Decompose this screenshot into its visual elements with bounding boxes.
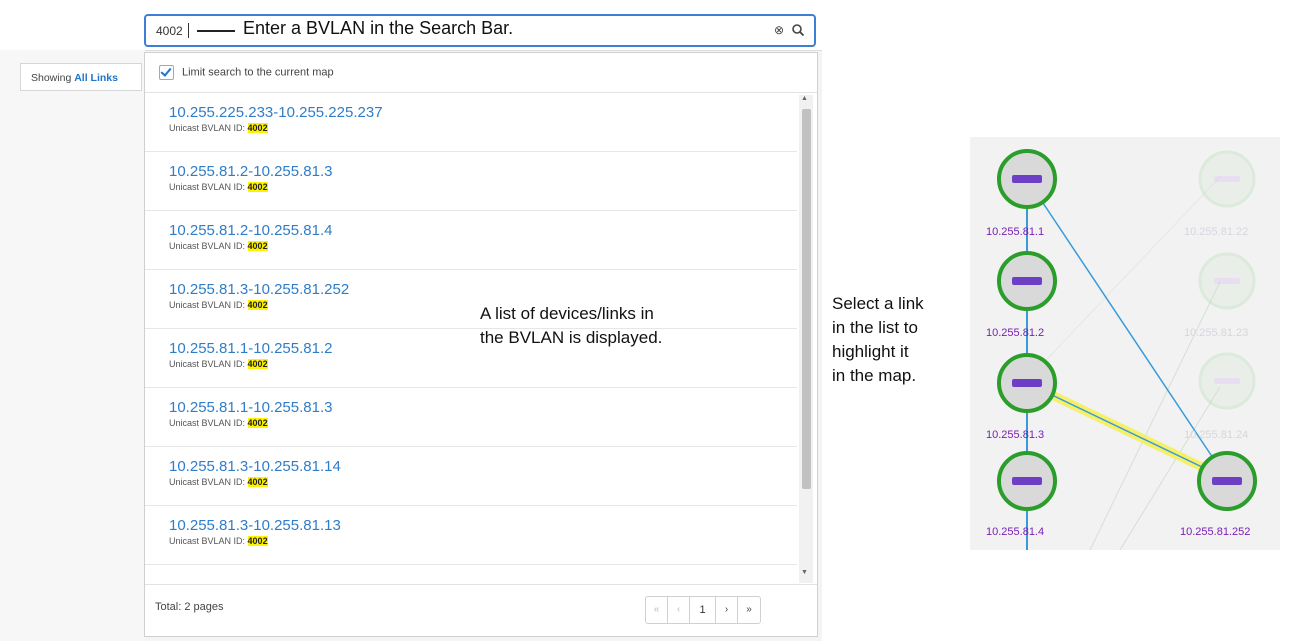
match-highlight: 4002 (247, 123, 268, 133)
faded-node (1198, 252, 1256, 310)
annotation-pointer-line (197, 30, 235, 32)
prev-page-button[interactable]: ‹ (668, 597, 690, 623)
router-node[interactable] (997, 251, 1057, 311)
match-highlight: 4002 (247, 536, 268, 546)
node-label: 10.255.81.3 (986, 429, 1045, 441)
match-highlight: 4002 (247, 300, 268, 310)
result-sub-prefix: Unicast BVLAN ID: (169, 418, 246, 428)
last-page-button[interactable]: » (738, 597, 760, 623)
result-sub-prefix: Unicast BVLAN ID: (169, 241, 246, 251)
total-pages: Total: 2 pages (155, 601, 224, 613)
result-title[interactable]: 10.255.225.233-10.255.225.237 (169, 104, 797, 122)
search-input[interactable]: 4002 (156, 24, 183, 38)
faded-node (1198, 352, 1256, 410)
router-node[interactable] (997, 353, 1057, 413)
select-annotation-line: in the list to (832, 318, 918, 337)
node-label: 10.255.81.23 (1184, 327, 1249, 339)
node-label: 10.255.81.22 (1184, 226, 1249, 238)
search-icon[interactable] (791, 23, 805, 37)
node-label: 10.255.81.2 (986, 327, 1045, 339)
node-label: 10.255.81.24 (1184, 429, 1249, 441)
result-list: 10.255.225.233-10.255.225.237 Unicast BV… (145, 93, 797, 583)
scroll-up-arrow-icon[interactable]: ▲ (801, 95, 808, 102)
match-highlight: 4002 (247, 477, 268, 487)
result-title[interactable]: 10.255.81.3-10.255.81.252 (169, 281, 797, 299)
network-map[interactable]: 10.255.81.1 10.255.81.2 10.255.81.3 10.2… (970, 137, 1280, 550)
search-annotation: Enter a BVLAN in the Search Bar. (243, 18, 514, 38)
match-highlight: 4002 (247, 241, 268, 251)
map-canvas (997, 149, 1257, 550)
left-panel (0, 50, 145, 641)
limit-search-label: Limit search to the current map (182, 66, 334, 79)
scroll-down-arrow-icon[interactable]: ▼ (801, 569, 808, 576)
list-annotation-line: A list of devices/links in (480, 304, 654, 323)
select-annotation: Select a link in the list to highlight i… (832, 292, 924, 388)
node-label: 10.255.81.1 (986, 226, 1045, 238)
select-annotation-line: highlight it (832, 342, 909, 361)
result-item[interactable]: 10.255.81.2-10.255.81.3 Unicast BVLAN ID… (145, 152, 797, 211)
router-node[interactable] (997, 149, 1057, 209)
router-node[interactable] (997, 451, 1057, 511)
result-sub-prefix: Unicast BVLAN ID: (169, 359, 246, 369)
all-links-link[interactable]: All Links (74, 72, 118, 84)
result-title[interactable]: 10.255.81.1-10.255.81.3 (169, 399, 797, 417)
limit-search-checkbox[interactable] (159, 65, 174, 80)
faded-link (1089, 281, 1221, 550)
node-label: 10.255.81.4 (986, 526, 1045, 538)
faded-node (1198, 150, 1256, 208)
result-item[interactable]: 10.255.81.3-10.255.81.14 Unicast BVLAN I… (145, 447, 797, 506)
result-subtitle: Unicast BVLAN ID: 4002 (169, 240, 797, 252)
first-page-button[interactable]: « (646, 597, 668, 623)
list-annotation: A list of devices/links in the BVLAN is … (480, 302, 662, 350)
result-sub-prefix: Unicast BVLAN ID: (169, 182, 246, 192)
result-sub-prefix: Unicast BVLAN ID: (169, 123, 246, 133)
result-item[interactable]: 10.255.225.233-10.255.225.237 Unicast BV… (145, 93, 797, 152)
pagination: « ‹ 1 › » (645, 596, 761, 624)
match-highlight: 4002 (247, 359, 268, 369)
select-annotation-line: in the map. (832, 366, 917, 385)
result-item[interactable]: 10.255.81.1-10.255.81.3 Unicast BVLAN ID… (145, 388, 797, 447)
text-cursor (188, 23, 189, 38)
match-highlight: 4002 (247, 418, 268, 428)
result-item[interactable]: 10.255.81.3-10.255.81.13 Unicast BVLAN I… (145, 506, 797, 565)
result-sub-prefix: Unicast BVLAN ID: (169, 477, 246, 487)
scrollbar-thumb[interactable] (802, 109, 811, 489)
result-title[interactable]: 10.255.81.3-10.255.81.14 (169, 458, 797, 476)
result-subtitle: Unicast BVLAN ID: 4002 (169, 417, 797, 429)
faded-link (1029, 176, 1221, 378)
divider (145, 584, 817, 585)
router-node[interactable] (1197, 451, 1257, 511)
result-subtitle: Unicast BVLAN ID: 4002 (169, 181, 797, 193)
result-sub-prefix: Unicast BVLAN ID: (169, 300, 246, 310)
result-title[interactable]: 10.255.81.2-10.255.81.4 (169, 222, 797, 240)
result-item[interactable]: 10.255.81.2-10.255.81.4 Unicast BVLAN ID… (145, 211, 797, 270)
node-label: 10.255.81.252 (1180, 526, 1251, 538)
result-subtitle: Unicast BVLAN ID: 4002 (169, 122, 797, 134)
result-item[interactable]: 10.255.81.1-10.255.81.2 Unicast BVLAN ID… (145, 329, 797, 388)
next-page-button[interactable]: › (716, 597, 738, 623)
page-number[interactable]: 1 (690, 597, 716, 623)
result-item[interactable]: 10.255.81.3-10.255.81.252 Unicast BVLAN … (145, 270, 797, 329)
result-sub-prefix: Unicast BVLAN ID: (169, 536, 246, 546)
showing-prefix: Showing (31, 72, 72, 84)
result-subtitle: Unicast BVLAN ID: 4002 (169, 358, 797, 370)
limit-search-option[interactable]: Limit search to the current map (159, 65, 334, 83)
result-title[interactable]: 10.255.81.3-10.255.81.13 (169, 517, 797, 535)
select-annotation-line: Select a link (832, 294, 924, 313)
showing-filter[interactable]: Showing All Links (20, 63, 142, 91)
list-annotation-line: the BVLAN is displayed. (480, 328, 663, 347)
result-title[interactable]: 10.255.81.2-10.255.81.3 (169, 163, 797, 181)
match-highlight: 4002 (247, 182, 268, 192)
result-subtitle: Unicast BVLAN ID: 4002 (169, 476, 797, 488)
result-subtitle: Unicast BVLAN ID: 4002 (169, 535, 797, 547)
clear-icon[interactable]: ⊗ (774, 23, 784, 37)
